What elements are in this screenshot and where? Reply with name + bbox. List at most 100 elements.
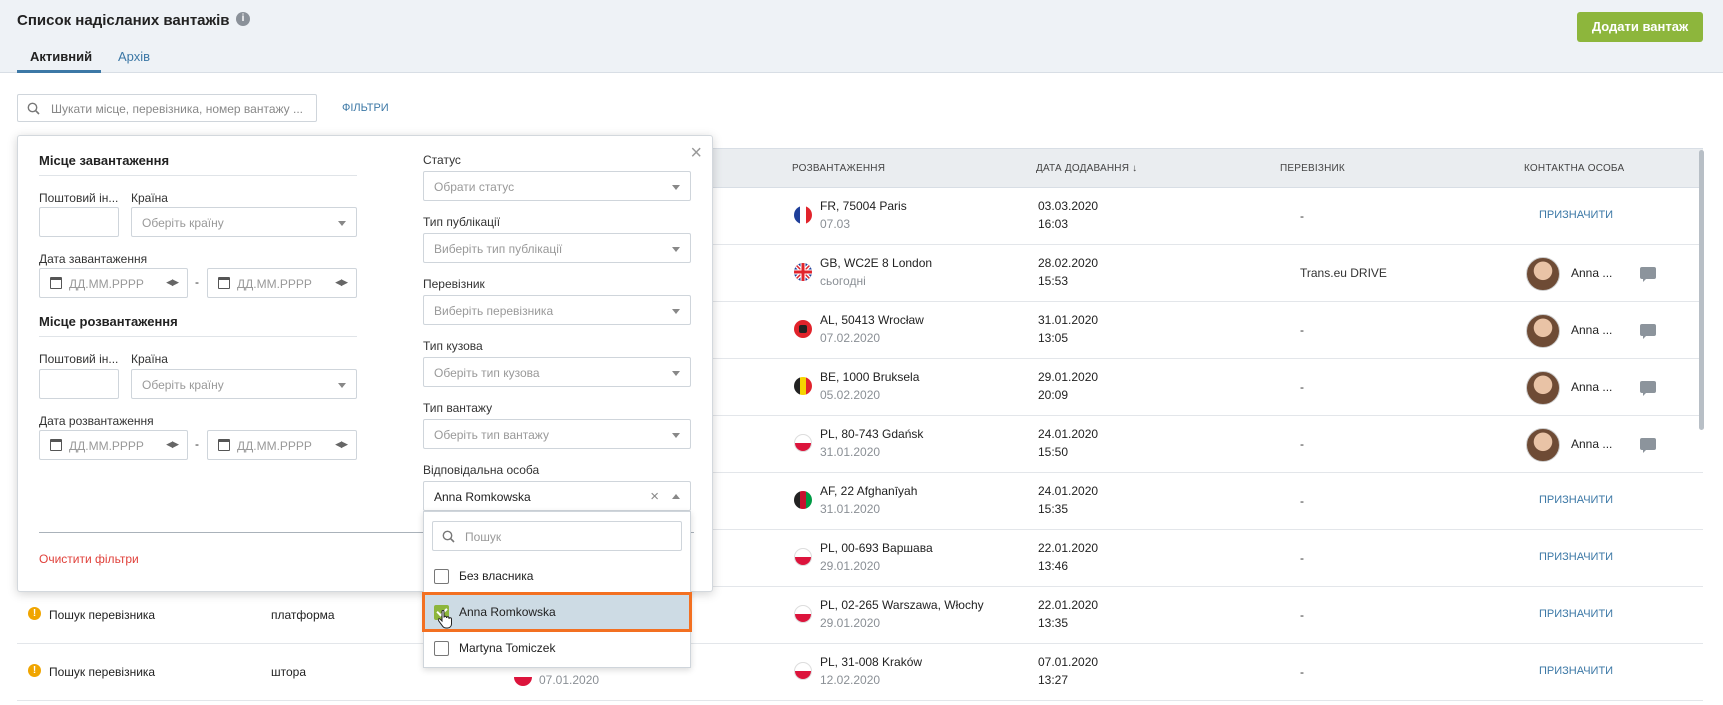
calendar-icon (218, 439, 230, 451)
unloading-postal-input[interactable] (39, 369, 119, 399)
column-date-added[interactable]: ДАТА ДОДАВАННЯ ↓ (1036, 163, 1137, 174)
added-date: 22.01.2020 (1038, 541, 1099, 555)
select-placeholder: Оберіть тип вантажу (434, 428, 549, 442)
flag-pl-icon (794, 548, 812, 566)
unloading-date-to[interactable]: ДД.ММ.РРРР ◀▶ (207, 430, 357, 460)
scrollbar[interactable] (1699, 150, 1704, 430)
responsible-select[interactable]: Anna Romkowska × (423, 481, 691, 511)
table-row[interactable]: ! Пошук перевізника платформа PL, 02-265… (17, 587, 1703, 644)
contact-name[interactable]: Anna ... (1571, 323, 1612, 337)
publication-select[interactable]: Виберіть тип публікації (423, 233, 691, 263)
unload-place: PL, 80-743 Gdańsk (820, 427, 924, 441)
warning-icon: ! (28, 664, 41, 677)
assign-link[interactable]: ПРИЗНАЧИТИ (1539, 551, 1613, 563)
chat-icon[interactable] (1640, 324, 1656, 339)
date-separator: - (195, 437, 199, 451)
added-time: 13:27 (1038, 673, 1069, 687)
date-placeholder: ДД.ММ.РРРР (237, 277, 312, 291)
chat-icon[interactable] (1640, 267, 1656, 282)
search-icon (442, 530, 455, 543)
carrier: - (1300, 665, 1304, 679)
loading-postal-input[interactable] (39, 207, 119, 237)
added-date: 03.03.2020 (1038, 199, 1099, 213)
contact-name[interactable]: Anna ... (1571, 380, 1612, 394)
postal-label: Поштовий ін... (39, 352, 119, 366)
postal-label: Поштовий ін... (39, 191, 119, 205)
responsible-label: Відповідальна особа (423, 463, 540, 477)
stepper-icon[interactable]: ◀▶ (166, 439, 179, 450)
flag-pl-icon (514, 668, 532, 686)
cargo-type-select[interactable]: Оберіть тип вантажу (423, 419, 691, 449)
dropdown-search-input[interactable]: Пошук (432, 521, 682, 551)
table-row[interactable]: ! Пошук перевізника штора 07.01.2020 PL,… (17, 644, 1703, 701)
assign-link[interactable]: ПРИЗНАЧИТИ (1539, 665, 1613, 677)
select-placeholder: Оберіть країну (142, 216, 224, 230)
unload-date: 29.01.2020 (820, 559, 881, 573)
avatar (1526, 314, 1560, 348)
option-no-owner[interactable]: Без власника (424, 558, 690, 594)
stepper-icon[interactable]: ◀▶ (335, 439, 348, 450)
close-icon[interactable]: × (690, 142, 702, 165)
assign-link[interactable]: ПРИЗНАЧИТИ (1539, 608, 1613, 620)
contact-name[interactable]: Anna ... (1571, 266, 1612, 280)
unload-place: AF, 22 Afghanīyah (820, 484, 918, 498)
tab-archive[interactable]: Архів (118, 49, 150, 64)
assign-link[interactable]: ПРИЗНАЧИТИ (1539, 494, 1613, 506)
unload-place: AL, 50413 Wrocław (820, 313, 924, 327)
flag-fr-icon (794, 206, 812, 224)
chat-icon[interactable] (1640, 438, 1656, 453)
carrier: - (1300, 551, 1304, 565)
column-contact[interactable]: КОНТАКТНА ОСОБА (1524, 163, 1624, 174)
unload-place: PL, 00-693 Варшава (820, 541, 933, 555)
unloading-country-select[interactable]: Оберіть країну (131, 369, 357, 399)
unloading-date-from[interactable]: ДД.ММ.РРРР ◀▶ (39, 430, 188, 460)
chat-icon[interactable] (1640, 381, 1656, 396)
tab-active[interactable]: Активний (17, 49, 101, 73)
column-unloading[interactable]: РОЗВАНТАЖЕННЯ (792, 163, 885, 174)
option-anna-romkowska[interactable]: Anna Romkowska (422, 592, 692, 632)
unload-place: GB, WC2E 8 London (820, 256, 933, 270)
contact-name[interactable]: Anna ... (1571, 437, 1612, 451)
warning-icon: ! (28, 607, 41, 620)
unload-place: PL, 02-265 Warszawa, Włochy (820, 598, 984, 612)
checkbox[interactable] (434, 569, 449, 584)
chevron-down-icon (672, 185, 680, 190)
loading-country-select[interactable]: Оберіть країну (131, 207, 357, 237)
filters-link[interactable]: ФІЛЬТРИ (342, 102, 389, 114)
info-icon[interactable]: i (236, 12, 250, 26)
body-type: платформа (271, 608, 335, 622)
loading-date-to[interactable]: ДД.ММ.РРРР ◀▶ (207, 268, 357, 298)
option-martyna-tomiczek[interactable]: Martyna Tomiczek (424, 630, 690, 666)
column-carrier[interactable]: ПЕРЕВІЗНИК (1280, 163, 1345, 174)
clear-icon[interactable]: × (650, 488, 659, 505)
load-date: 07.01.2020 (539, 673, 600, 687)
carrier: - (1300, 323, 1304, 337)
assign-link[interactable]: ПРИЗНАЧИТИ (1539, 209, 1613, 221)
date-placeholder: ДД.ММ.РРРР (69, 277, 144, 291)
added-time: 16:03 (1038, 217, 1069, 231)
status-select[interactable]: Обрати статус (423, 171, 691, 201)
chevron-down-icon (338, 221, 346, 226)
stepper-icon[interactable]: ◀▶ (166, 277, 179, 288)
carrier-select[interactable]: Виберіть перевізника (423, 295, 691, 325)
body-type-select[interactable]: Оберіть тип кузова (423, 357, 691, 387)
chevron-up-icon (672, 494, 680, 499)
loading-date-from[interactable]: ДД.ММ.РРРР ◀▶ (39, 268, 188, 298)
hand-cursor-icon (438, 610, 452, 629)
add-cargo-button[interactable]: Додати вантаж (1577, 12, 1703, 42)
added-date: 28.02.2020 (1038, 256, 1099, 270)
flag-pl-icon (794, 662, 812, 680)
clear-filters-link[interactable]: Очистити фільтри (39, 552, 139, 566)
flag-pl-icon (794, 434, 812, 452)
unload-date: 29.01.2020 (820, 616, 881, 630)
checkbox[interactable] (434, 641, 449, 656)
search-icon (27, 102, 40, 115)
search-input[interactable]: Шукати місце, перевізника, номер вантажу… (17, 94, 317, 122)
unload-date: 12.02.2020 (820, 673, 881, 687)
added-date: 07.01.2020 (1038, 655, 1099, 669)
date-placeholder: ДД.ММ.РРРР (69, 439, 144, 453)
body-type: штора (271, 665, 307, 679)
chevron-down-icon (672, 433, 680, 438)
calendar-icon (218, 277, 230, 289)
stepper-icon[interactable]: ◀▶ (335, 277, 348, 288)
